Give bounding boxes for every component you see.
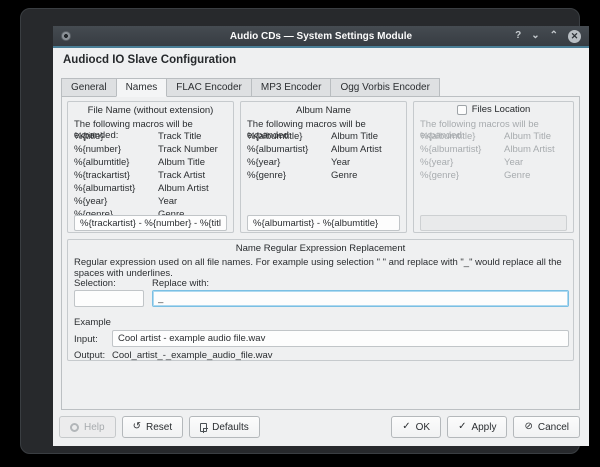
macro-row: %{year}Year xyxy=(420,157,569,168)
undo-icon: ↺ xyxy=(133,422,141,432)
replace-with-label: Replace with: xyxy=(152,278,209,289)
macro-key: %{year} xyxy=(74,196,158,207)
macro-desc: Genre xyxy=(504,170,530,181)
macro-desc: Genre xyxy=(331,170,357,181)
tab-names[interactable]: Names xyxy=(116,78,168,97)
check-icon: ✓ xyxy=(402,422,410,432)
macro-desc: Album Artist xyxy=(158,183,209,194)
macro-desc: Year xyxy=(504,157,523,168)
example-label: Example xyxy=(74,317,111,328)
files-location-group-title: Files Location xyxy=(472,104,531,115)
macro-row: %{year}Year xyxy=(74,196,229,207)
macro-key: %{albumtitle} xyxy=(74,157,158,168)
macro-row: %{genre}Genre xyxy=(247,170,402,181)
document-revert-icon xyxy=(200,423,207,432)
macro-desc: Track Title xyxy=(158,131,201,142)
macro-key: %{albumartist} xyxy=(420,144,504,155)
minimize-icon[interactable]: ⌄ xyxy=(531,31,539,41)
macro-key: %{albumtitle} xyxy=(247,131,331,142)
ok-button[interactable]: ✓ OK xyxy=(391,416,441,438)
settings-module-content: Audiocd IO Slave Configuration General N… xyxy=(53,48,589,446)
file-name-group-title: File Name (without extension) xyxy=(68,105,233,116)
macro-row: %{title}Track Title xyxy=(74,131,229,142)
titlebar-help-icon[interactable]: ? xyxy=(515,31,521,41)
defaults-button[interactable]: Defaults xyxy=(189,416,260,438)
window-frame: Audio CDs — System Settings Module ? ⌄ ⌃… xyxy=(20,8,580,454)
macro-key: %{albumartist} xyxy=(247,144,331,155)
macro-desc: Track Artist xyxy=(158,170,205,181)
regex-description: Regular expression used on all file name… xyxy=(74,257,569,279)
check-icon: ✓ xyxy=(458,422,466,432)
button-row-spacer xyxy=(266,416,385,438)
cancel-circle-icon: ⊘ xyxy=(524,422,532,432)
apply-button[interactable]: ✓ Apply xyxy=(447,416,507,438)
files-location-checkbox[interactable] xyxy=(457,105,467,115)
regex-replacement-groupbox: Name Regular Expression Replacement Regu… xyxy=(67,239,574,361)
macro-desc: Year xyxy=(158,196,177,207)
macro-key: %{albumartist} xyxy=(74,183,158,194)
cancel-button[interactable]: ⊘ Cancel xyxy=(513,416,580,438)
macro-row: %{albumartist}Album Artist xyxy=(74,183,229,194)
selection-input[interactable] xyxy=(74,290,144,307)
macro-key: %{trackartist} xyxy=(74,170,158,181)
macro-row: %{albumartist}Album Artist xyxy=(247,144,402,155)
example-output-value: Cool_artist_-_example_audio_file.wav xyxy=(112,350,273,361)
regex-group-title: Name Regular Expression Replacement xyxy=(68,243,573,254)
tab-mp3-encoder[interactable]: MP3 Encoder xyxy=(251,78,331,97)
files-location-groupbox: Files Location The following macros will… xyxy=(413,101,574,233)
macro-row: %{albumtitle}Album Title xyxy=(74,157,229,168)
macro-row: %{albumartist}Album Artist xyxy=(420,144,569,155)
files-location-pattern-input xyxy=(420,215,567,231)
help-icon xyxy=(70,423,79,432)
macro-row: %{number}Track Number xyxy=(74,144,229,155)
titlebar[interactable]: Audio CDs — System Settings Module ? ⌄ ⌃… xyxy=(53,26,589,46)
macro-desc: Track Number xyxy=(158,144,218,155)
close-icon[interactable]: ✕ xyxy=(568,30,581,43)
file-name-groupbox: File Name (without extension) The follow… xyxy=(67,101,234,233)
macro-key: %{year} xyxy=(247,157,331,168)
tab-ogg-vorbis-encoder[interactable]: Ogg Vorbis Encoder xyxy=(330,78,440,97)
example-output-label: Output: xyxy=(74,350,105,361)
dialog-button-row: Help ↺ Reset Defaults ✓ OK ✓ Apply ⊘ Can… xyxy=(59,416,580,438)
maximize-icon[interactable]: ⌃ xyxy=(550,31,558,41)
help-button[interactable]: Help xyxy=(59,416,116,438)
macro-desc: Year xyxy=(331,157,350,168)
example-input-label: Input: xyxy=(74,334,98,345)
album-name-pattern-input[interactable] xyxy=(247,215,400,231)
macro-row: %{trackartist}Track Artist xyxy=(74,170,229,181)
macro-key: %{genre} xyxy=(247,170,331,181)
tab-flac-encoder[interactable]: FLAC Encoder xyxy=(167,78,251,97)
tab-bar: General Names FLAC Encoder MP3 Encoder O… xyxy=(61,78,440,97)
macro-row: %{genre}Genre xyxy=(420,170,569,181)
audio-cd-app-icon xyxy=(61,31,71,41)
reset-button[interactable]: ↺ Reset xyxy=(122,416,184,438)
macro-row: %{year}Year xyxy=(247,157,402,168)
window-title: Audio CDs — System Settings Module xyxy=(53,31,589,42)
selection-label: Selection: xyxy=(74,278,116,289)
macro-key: %{title} xyxy=(74,131,158,142)
file-name-pattern-input[interactable] xyxy=(74,215,227,231)
macro-key: %{year} xyxy=(420,157,504,168)
macro-key: %{genre} xyxy=(420,170,504,181)
replace-with-input[interactable] xyxy=(152,290,569,307)
example-input-field[interactable] xyxy=(112,330,569,347)
tab-general[interactable]: General xyxy=(61,78,116,97)
macro-row: %{albumtitle}Album Title xyxy=(247,131,402,142)
macro-desc: Album Title xyxy=(331,131,378,142)
macro-key: %{number} xyxy=(74,144,158,155)
album-name-groupbox: Album Name The following macros will be … xyxy=(240,101,407,233)
macro-desc: Album Artist xyxy=(331,144,382,155)
macro-desc: Album Title xyxy=(504,131,551,142)
album-name-group-title: Album Name xyxy=(241,105,406,116)
macro-desc: Album Artist xyxy=(504,144,555,155)
page-title: Audiocd IO Slave Configuration xyxy=(63,54,236,66)
macro-desc: Album Title xyxy=(158,157,205,168)
macro-key: %{albumtitle} xyxy=(420,131,504,142)
macro-row: %{albumtitle}Album Title xyxy=(420,131,569,142)
